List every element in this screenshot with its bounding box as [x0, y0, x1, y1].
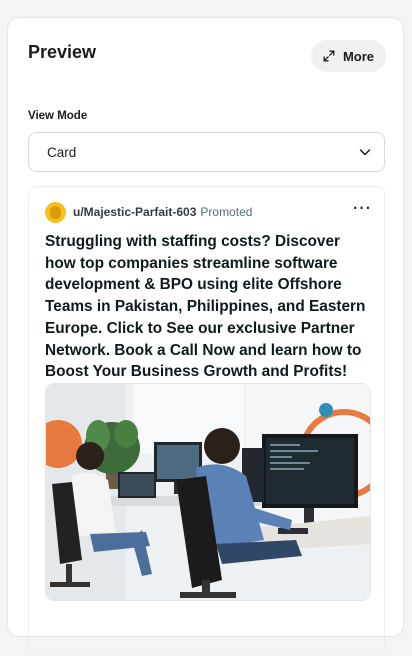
view-mode-label: View Mode — [28, 110, 88, 122]
post-headline[interactable]: Struggling with staffing costs? Discover… — [45, 231, 375, 383]
more-button-label: More — [342, 48, 375, 64]
page-title: Preview — [28, 42, 97, 62]
expand-icon — [323, 50, 335, 62]
office-workers-at-computers-photo — [46, 384, 370, 600]
promoted-label: Promoted — [200, 205, 253, 219]
more-dots-icon[interactable]: ··· — [353, 201, 372, 220]
post-card[interactable]: u/Majestic-Parfait-603 Promoted ··· Stru… — [28, 186, 385, 656]
post-header: u/Majestic-Parfait-603 Promoted ··· — [45, 201, 372, 223]
avatar[interactable] — [45, 201, 66, 223]
preview-panel: Preview More View Mode Card u/Majestic-P… — [7, 17, 404, 656]
more-button[interactable]: More — [311, 40, 386, 72]
post-image[interactable] — [45, 383, 371, 601]
post-username[interactable]: u/Majestic-Parfait-603 — [73, 205, 196, 219]
view-mode-select[interactable]: Card — [28, 132, 385, 172]
chevron-down-icon — [359, 149, 371, 156]
view-mode-value: Card — [47, 144, 77, 160]
